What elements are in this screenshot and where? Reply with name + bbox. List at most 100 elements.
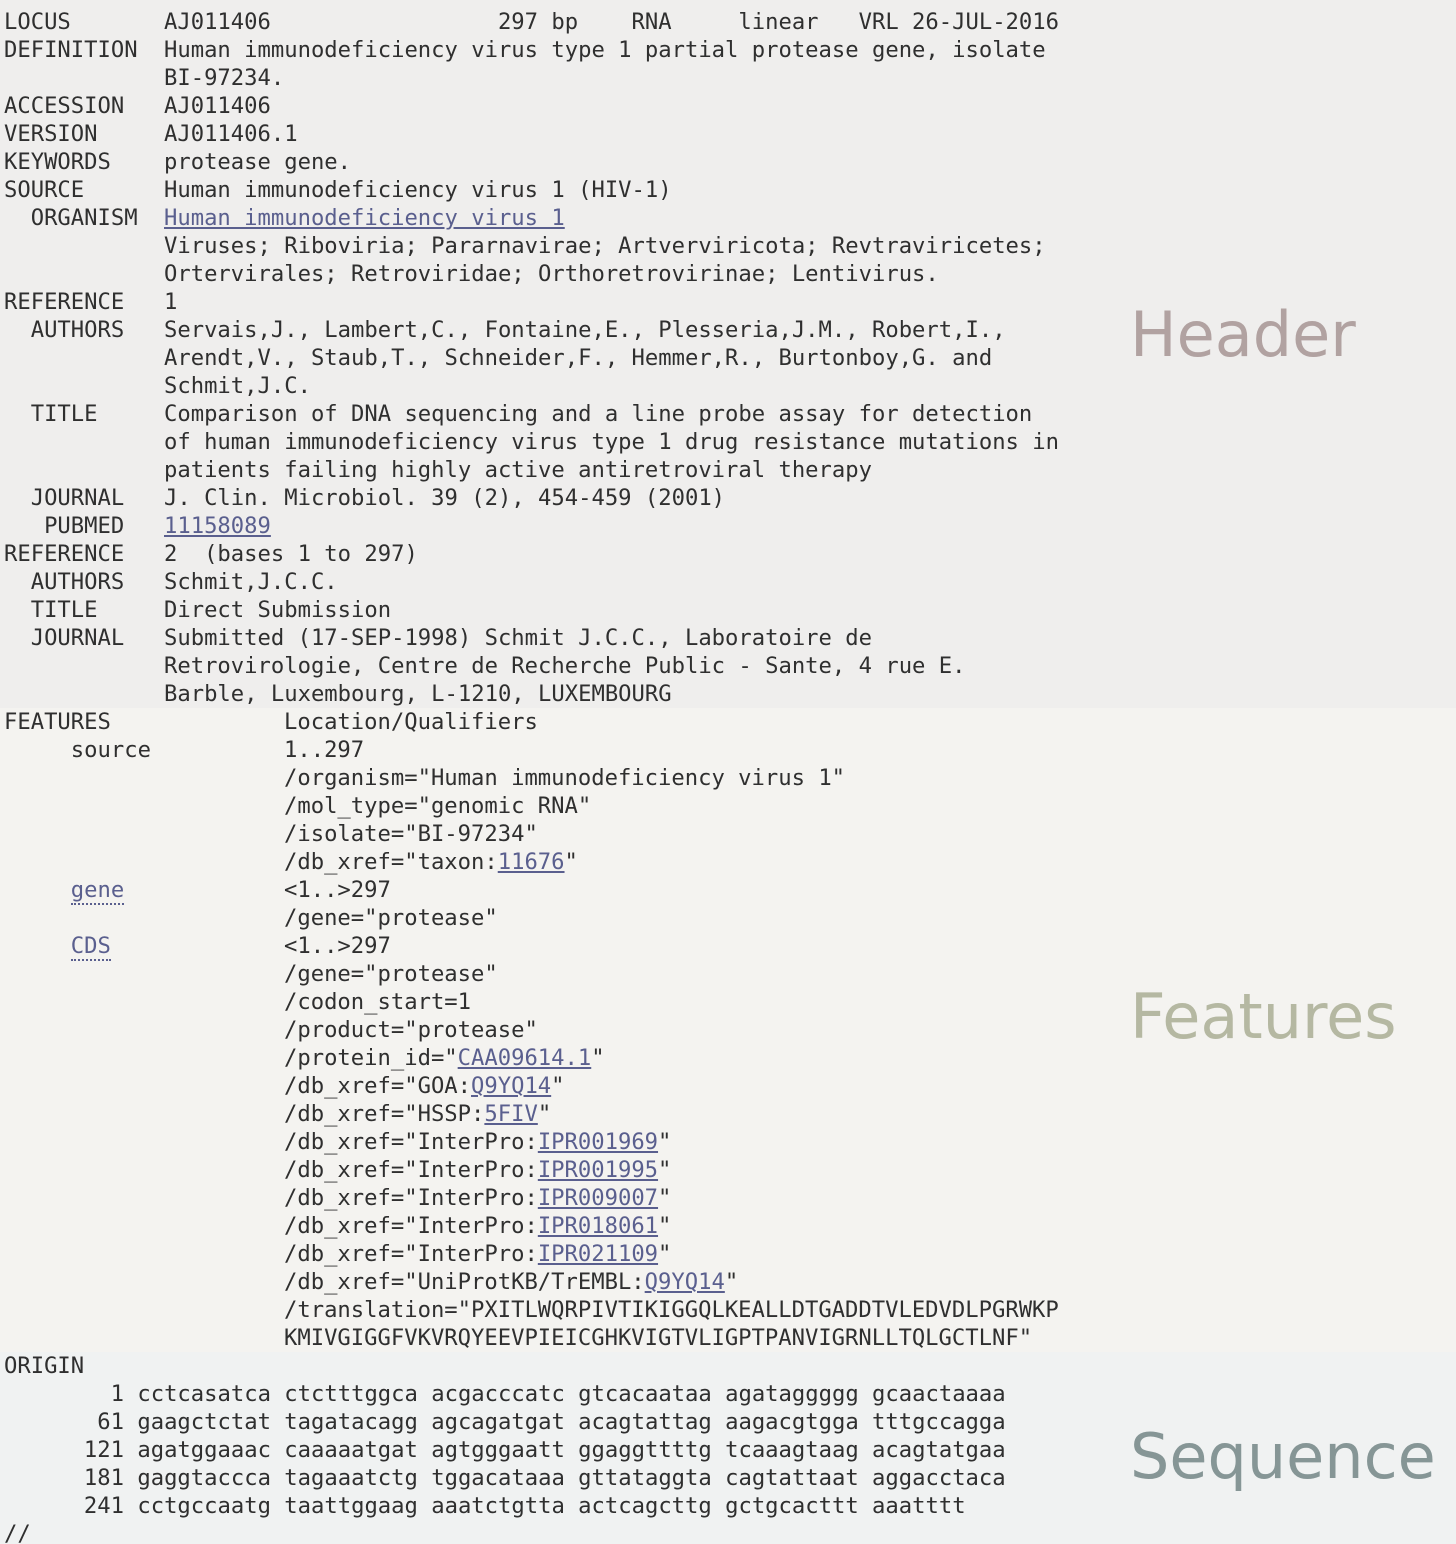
source-moltype-line: /mol_type="genomic RNA" [4,792,1059,820]
features-watermark: Features [1130,980,1397,1053]
sequence-row: 181 gaggtaccca tagaaatctg tggacataaa gtt… [4,1464,1006,1492]
reference-1-value: 1 [164,289,178,315]
xref-prefix: /db_xref="InterPro: [284,1129,538,1155]
version-line: VERSION AJ011406.1 [4,120,1059,148]
pubmed-link[interactable]: 11158089 [164,513,271,539]
xref-prefix: /db_xref="GOA: [284,1073,472,1099]
version-label: VERSION [4,121,98,147]
xref-line: /db_xref="InterPro:IPR021109" [4,1240,1059,1268]
translation-2: KMIVGIGGFVKVRQYEEVPIEICGHKVIGTVLIGPTPANV… [284,1325,1033,1351]
xref-suffix: " [551,1073,565,1099]
definition-value: Human immunodeficiency virus type 1 part… [164,37,1046,63]
definition-value-2: BI-97234. [164,65,285,91]
xref-line: /db_xref="HSSP:5FIV" [4,1100,1059,1128]
gene-feature-link[interactable]: gene [70,877,125,905]
xref-prefix: /db_xref="HSSP: [284,1101,485,1127]
features-label: FEATURES [4,709,111,735]
reference-1-line: REFERENCE 1 [4,288,1059,316]
goa-link[interactable]: Q9YQ14 [471,1073,551,1099]
definition-label: DEFINITION [4,37,138,63]
sequence-position: 181 [83,1465,124,1491]
locus-line: LOCUS AJ011406 297 bp RNA linear VRL 26-J… [4,8,1059,36]
ref1-title-line-2: of human immunodeficiency virus type 1 d… [4,428,1059,456]
sequence-bases: gaagctctat tagatacagg agcagatgat acagtat… [137,1409,1006,1435]
ref1-authors-1: Servais,J., Lambert,C., Fontaine,E., Ple… [164,317,1006,343]
keywords-label: KEYWORDS [4,149,111,175]
cds-codon-start-qualifier: /codon_start=1 [284,989,472,1015]
ref2-journal-line: JOURNAL Submitted (17-SEP-1998) Schmit J.… [4,624,1059,652]
organism-link[interactable]: Human immunodeficiency virus 1 [164,205,565,231]
cds-feature-line: CDS <1..>297 [4,932,1059,961]
xref-line: /db_xref="InterPro:IPR001969" [4,1128,1059,1156]
hssp-link[interactable]: 5FIV [484,1101,537,1127]
xref-suffix: " [537,1101,552,1127]
sequence-bases: agatggaaac caaaaatgat agtgggaatt ggaggtt… [137,1437,1006,1463]
xref-line: /db_xref="GOA:Q9YQ14" [4,1072,1059,1100]
xref-suffix: " [658,1157,672,1183]
ref1-journal-line: JOURNAL J. Clin. Microbiol. 39 (2), 454-4… [4,484,1059,512]
source-line: SOURCE Human immunodeficiency virus 1 (HI… [4,176,1059,204]
protein-id-link[interactable]: CAA09614.1 [458,1045,592,1071]
interpro-link[interactable]: IPR001995 [538,1157,658,1183]
ref2-journal-2: Retrovirologie, Centre de Recherche Publ… [164,653,966,679]
location-qualifiers-header: Location/Qualifiers [284,709,538,735]
ref2-title: Direct Submission [164,597,392,623]
ref1-authors-2: Arendt,V., Staub,T., Schneider,F., Hemme… [164,345,993,371]
interpro-link[interactable]: IPR018061 [538,1213,658,1239]
ref1-authors-3: Schmit,J.C. [164,373,311,399]
xref-prefix: /db_xref="UniProtKB/TrEMBL: [284,1269,645,1295]
ref2-journal-line-2: Retrovirologie, Centre de Recherche Publ… [4,652,1059,680]
xref-prefix: /db_xref="InterPro: [284,1157,538,1183]
definition-line-2: BI-97234. [4,64,1059,92]
accession-line: ACCESSION AJ011406 [4,92,1059,120]
sequence-row: 241 cctgccaatg taattggaag aaatctgtta act… [4,1492,1006,1520]
ref1-journal: J. Clin. Microbiol. 39 (2), 454-459 (200… [164,485,726,511]
xref-prefix: /db_xref="InterPro: [284,1185,538,1211]
reference-2-line: REFERENCE 2 (bases 1 to 297) [4,540,1059,568]
source-value: Human immunodeficiency virus 1 (HIV-1) [164,177,672,203]
source-feature-key: source [4,737,151,763]
ref1-authors-label: AUTHORS [4,317,125,343]
lineage-text-1: Viruses; Riboviria; Pararnavirae; Artver… [164,233,1046,259]
sequence-bases: gaggtaccca tagaaatctg tggacataaa gttatag… [137,1465,1006,1491]
sequence-position: 241 [83,1493,124,1519]
sequence-position: 121 [83,1437,124,1463]
ref2-journal-3: Barble, Luxembourg, L-1210, LUXEMBOURG [164,681,672,707]
organism-line: ORGANISM Human immunodeficiency virus 1 [4,204,1059,232]
xref-line: /db_xref="UniProtKB/TrEMBL:Q9YQ14" [4,1268,1059,1296]
ref1-title-3: patients failing highly active antiretro… [164,457,872,483]
accession-label: ACCESSION [4,93,125,119]
sequence-row: 1 cctcasatca ctctttggca acgacccatc gtcac… [4,1380,1006,1408]
cds-location: <1..>297 [284,933,391,959]
ref2-authors: Schmit,J.C.C. [164,569,338,595]
ref1-pubmed-line: PUBMED 11158089 [4,512,1059,540]
ref1-pubmed-label: PUBMED [4,513,125,539]
cds-protein-id-line: /protein_id="CAA09614.1" [4,1044,1059,1072]
interpro-link[interactable]: IPR021109 [538,1241,658,1267]
ref1-authors-line: AUTHORS Servais,J., Lambert,C., Fontaine,… [4,316,1059,344]
accession-value: AJ011406 [164,93,271,119]
translation-line-2: KMIVGIGGFVKVRQYEEVPIEICGHKVIGTVLIGPTPANV… [4,1324,1059,1352]
gene-qualifier-line: /gene="protease" [4,904,1059,932]
header-section: LOCUS AJ011406 297 bp RNA linear VRL 26-J… [0,0,1456,708]
taxon-link[interactable]: 11676 [498,849,565,875]
ref1-authors-line-2: Arendt,V., Staub,T., Schneider,F., Hemme… [4,344,1059,372]
source-label: SOURCE [4,177,85,203]
uniprot-link[interactable]: Q9YQ14 [645,1269,725,1295]
version-value: AJ011406.1 [164,121,298,147]
xref-suffix: " [658,1129,672,1155]
source-moltype-qualifier: /mol_type="genomic RNA" [284,793,592,819]
interpro-link[interactable]: IPR001969 [538,1129,658,1155]
protein-id-suffix: " [591,1045,605,1071]
cds-product-line: /product="protease" [4,1016,1059,1044]
cds-gene-line: /gene="protease" [4,960,1059,988]
cds-feature-link[interactable]: CDS [70,933,111,961]
reference-1-label: REFERENCE [4,289,125,315]
ref1-journal-label: JOURNAL [4,485,125,511]
sequence-bases: cctgccaatg taattggaag aaatctgtta actcagc… [137,1493,966,1519]
keywords-line: KEYWORDS protease gene. [4,148,1059,176]
xref-prefix: /db_xref="InterPro: [284,1213,538,1239]
organism-label: ORGANISM [4,205,138,231]
interpro-link[interactable]: IPR009007 [538,1185,658,1211]
lineage-text-2: Ortervirales; Retroviridae; Orthoretrovi… [164,261,939,287]
